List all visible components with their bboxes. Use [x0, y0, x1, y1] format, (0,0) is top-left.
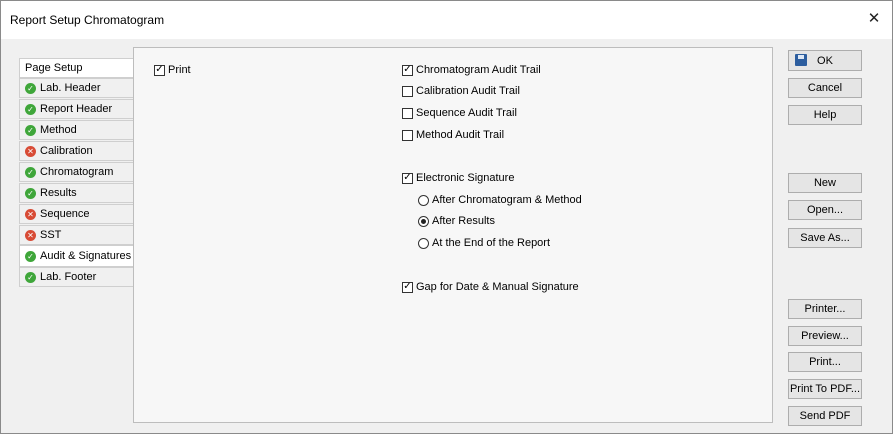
- cancel-button-label: Cancel: [807, 82, 843, 94]
- radio-button[interactable]: [418, 237, 429, 249]
- tab-label: Report Header: [40, 103, 113, 115]
- radio-after-results[interactable]: After Results: [418, 215, 495, 227]
- send-pdf-button-label: Send PDF: [799, 410, 851, 422]
- radio-button[interactable]: [418, 194, 429, 206]
- tab-label: SST: [40, 229, 62, 241]
- electronic-signature-checkbox[interactable]: ✓ Electronic Signature: [402, 172, 514, 184]
- check-circle-icon: ✓: [25, 103, 36, 115]
- radio-label: At the End of the Report: [432, 237, 551, 249]
- help-button[interactable]: Help: [788, 105, 862, 125]
- preview-button[interactable]: Preview...: [788, 326, 862, 346]
- report-setup-dialog: Report Setup Chromatogram ✕ Page Setup ✓…: [0, 0, 893, 434]
- audit-signatures-panel: [133, 47, 773, 423]
- tab-lab-header[interactable]: ✓ Lab. Header: [19, 78, 133, 98]
- print-button-label: Print...: [809, 356, 841, 368]
- check-circle-icon: ✓: [25, 271, 36, 283]
- tab-chromatogram[interactable]: ✓ Chromatogram: [19, 162, 133, 182]
- new-button[interactable]: New: [788, 173, 862, 193]
- printer-button[interactable]: Printer...: [788, 299, 862, 319]
- x-circle-icon: ✕: [25, 229, 36, 241]
- tab-label: Sequence: [40, 208, 90, 220]
- checkbox-box[interactable]: ✓: [402, 64, 413, 76]
- x-circle-icon: ✕: [25, 145, 36, 157]
- tab-page-setup[interactable]: Page Setup: [19, 58, 133, 78]
- method-audit-trail-label: Method Audit Trail: [416, 129, 505, 141]
- radio-after-chromatogram-method[interactable]: After Chromatogram & Method: [418, 194, 582, 206]
- tab-sequence[interactable]: ✕ Sequence: [19, 204, 133, 224]
- cancel-button[interactable]: Cancel: [788, 78, 862, 98]
- check-circle-icon: ✓: [25, 124, 36, 136]
- print-to-pdf-button-label: Print To PDF...: [789, 383, 861, 395]
- check-circle-icon: ✓: [25, 82, 36, 94]
- check-circle-icon: ✓: [25, 250, 36, 262]
- radio-end-of-report[interactable]: At the End of the Report: [418, 237, 550, 249]
- checkbox-box[interactable]: ✓: [154, 64, 165, 76]
- help-button-label: Help: [813, 109, 837, 121]
- open-button-label: Open...: [806, 204, 844, 216]
- calibration-audit-trail-label: Calibration Audit Trail: [416, 85, 520, 97]
- print-checkbox[interactable]: ✓ Print: [154, 64, 191, 76]
- window-title: Report Setup Chromatogram: [10, 13, 165, 27]
- electronic-signature-label: Electronic Signature: [416, 172, 515, 184]
- checkbox-box[interactable]: ✓: [402, 281, 413, 293]
- tab-label: Lab. Header: [40, 82, 101, 94]
- sequence-audit-trail-checkbox[interactable]: Sequence Audit Trail: [402, 107, 517, 119]
- print-button[interactable]: Print...: [788, 352, 862, 372]
- preview-button-label: Preview...: [801, 330, 849, 342]
- chromatogram-audit-trail-label: Chromatogram Audit Trail: [416, 64, 541, 76]
- close-icon[interactable]: ✕: [864, 9, 884, 29]
- radio-label: After Chromatogram & Method: [432, 194, 582, 206]
- tab-label: Chromatogram: [40, 166, 114, 178]
- checkbox-box[interactable]: ✓: [402, 172, 413, 184]
- tab-label: Method: [40, 124, 77, 136]
- radio-label: After Results: [432, 215, 495, 227]
- print-to-pdf-button[interactable]: Print To PDF...: [788, 379, 862, 399]
- save-icon: [795, 54, 807, 66]
- gap-date-signature-checkbox[interactable]: ✓ Gap for Date & Manual Signature: [402, 281, 579, 293]
- checkbox-box[interactable]: [402, 85, 413, 97]
- sequence-audit-trail-label: Sequence Audit Trail: [416, 107, 517, 119]
- ok-button[interactable]: OK: [788, 50, 862, 71]
- ok-button-label: OK: [817, 54, 833, 67]
- tab-lab-footer[interactable]: ✓ Lab. Footer: [19, 267, 133, 287]
- method-audit-trail-checkbox[interactable]: Method Audit Trail: [402, 129, 504, 141]
- radio-button[interactable]: [418, 215, 429, 227]
- tab-calibration[interactable]: ✕ Calibration: [19, 141, 133, 161]
- save-as-button[interactable]: Save As...: [788, 228, 862, 248]
- tab-label: Lab. Footer: [40, 271, 97, 283]
- check-circle-icon: ✓: [25, 187, 36, 199]
- tab-sst[interactable]: ✕ SST: [19, 225, 133, 245]
- printer-button-label: Printer...: [804, 303, 846, 315]
- tab-label: Audit & Signatures: [40, 250, 132, 262]
- checkbox-box[interactable]: [402, 107, 413, 119]
- calibration-audit-trail-checkbox[interactable]: Calibration Audit Trail: [402, 85, 520, 97]
- new-button-label: New: [813, 177, 836, 189]
- tab-results[interactable]: ✓ Results: [19, 183, 133, 203]
- checkbox-box[interactable]: [402, 129, 413, 141]
- tab-label: Page Setup: [25, 62, 83, 74]
- chromatogram-audit-trail-checkbox[interactable]: ✓ Chromatogram Audit Trail: [402, 64, 541, 76]
- title-bar: Report Setup Chromatogram ✕: [1, 1, 892, 39]
- gap-date-signature-label: Gap for Date & Manual Signature: [416, 281, 579, 293]
- tab-method[interactable]: ✓ Method: [19, 120, 133, 140]
- tab-label: Calibration: [40, 145, 93, 157]
- check-circle-icon: ✓: [25, 166, 36, 178]
- send-pdf-button[interactable]: Send PDF: [788, 406, 862, 426]
- tab-label: Results: [40, 187, 77, 199]
- tab-report-header[interactable]: ✓ Report Header: [19, 99, 133, 119]
- print-label: Print: [168, 64, 191, 76]
- tab-audit-signatures[interactable]: ✓ Audit & Signatures: [19, 245, 133, 267]
- open-button[interactable]: Open...: [788, 200, 862, 220]
- x-circle-icon: ✕: [25, 208, 36, 220]
- save-as-button-label: Save As...: [800, 232, 850, 244]
